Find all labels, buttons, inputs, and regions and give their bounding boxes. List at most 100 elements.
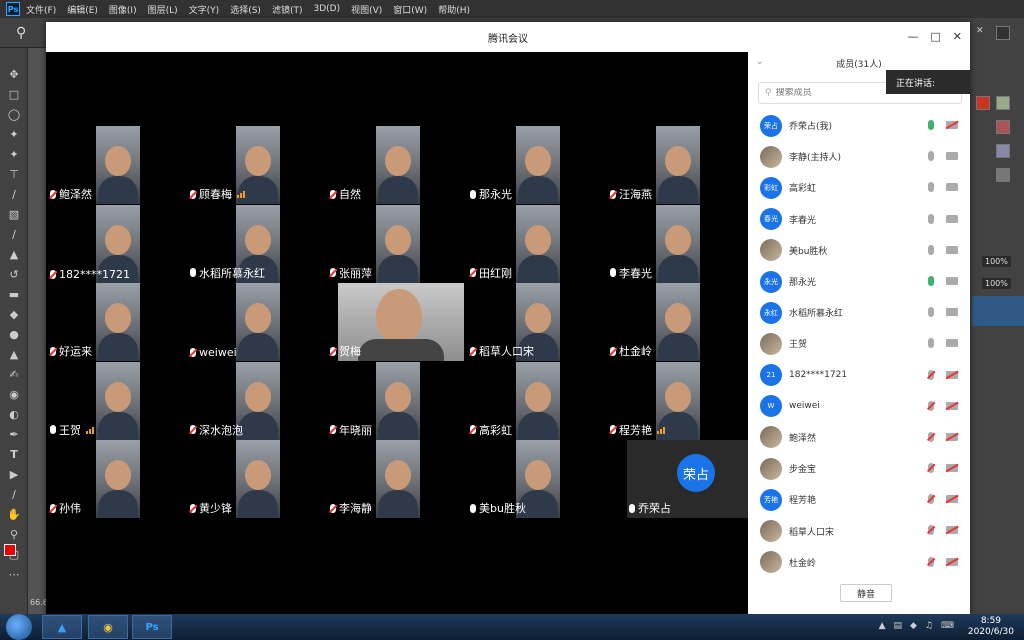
camera-icon[interactable] [946,183,958,192]
panel-close-icon[interactable]: ✕ [976,26,990,40]
video-tile[interactable]: 程芳艳 [608,361,748,440]
more-tools-icon[interactable]: ⋯ [0,564,28,584]
video-tile[interactable]: 王贺 [48,361,188,440]
menu-file[interactable]: 文件(F) [26,3,56,16]
zoom-tool-icon[interactable]: ⚲ [16,25,26,41]
tray-input-icon[interactable]: ⌨ [941,621,954,631]
video-tile[interactable]: 田红刚 [468,204,608,283]
camera-icon[interactable] [946,152,958,161]
menu-filter[interactable]: 滤镜(T) [272,3,303,16]
type-tool-icon[interactable]: T [0,444,28,464]
video-tile[interactable]: 李春光 [608,204,748,283]
member-row[interactable]: 彩虹 高彩虹 [748,172,970,203]
video-tile[interactable]: 荣占 乔荣占 [627,440,767,518]
camera-off-icon[interactable] [946,464,958,473]
tray-volume-icon[interactable]: ♫ [925,621,933,631]
camera-off-icon[interactable] [946,557,958,566]
tray-network-icon[interactable]: ▤ [893,621,902,631]
mic-muted-icon[interactable] [928,556,934,567]
camera-icon[interactable] [946,339,958,348]
member-row[interactable]: 稻草人口宋 [748,515,970,546]
quick-select-tool-icon[interactable]: ✦ [0,124,28,144]
video-tile[interactable]: 水稻所慕永红 [188,204,328,283]
paint-bucket-tool-icon[interactable]: ◆ [0,304,28,324]
zoom-icon[interactable]: ⚲ [0,524,28,544]
browser-taskbar-icon[interactable]: ◉ [88,615,128,639]
camera-icon[interactable] [946,245,958,254]
video-tile[interactable]: 美bu胜秋 [468,440,608,518]
video-tile[interactable]: weiwei [188,283,328,361]
marquee-tool-icon[interactable]: □ [0,84,28,104]
magic-wand-tool-icon[interactable]: ✦ [0,144,28,164]
member-row[interactable]: 春光 李春光 [748,204,970,235]
video-tile[interactable]: 贺梅 [328,283,468,361]
smudge-tool-icon[interactable]: ✍ [0,364,28,384]
video-tile[interactable]: 杜金岭 [608,283,748,361]
eraser-tool-icon[interactable]: ▬ [0,284,28,304]
menu-select[interactable]: 选择(S) [230,3,261,16]
close-icon[interactable]: ✕ [953,30,962,43]
member-row[interactable]: 21 182****1721 [748,360,970,391]
video-tile[interactable]: 年晓丽 [328,361,468,440]
video-tile[interactable]: 鲍泽然 [48,126,188,204]
swatch-icon[interactable] [996,168,1010,182]
minimize-icon[interactable]: — [907,30,918,43]
tencent-meeting-taskbar-icon[interactable]: ▲ [42,615,82,639]
mic-icon[interactable] [928,151,934,162]
maximize-icon[interactable]: □ [930,30,940,43]
video-tile[interactable]: 高彩虹 [468,361,608,440]
swatch-icon[interactable] [976,96,990,110]
camera-icon[interactable] [946,308,958,317]
camera-off-icon[interactable] [946,432,958,441]
camera-off-icon[interactable] [946,495,958,504]
menu-edit[interactable]: 编辑(E) [67,3,98,16]
camera-off-icon[interactable] [946,401,958,410]
video-tile[interactable]: 张丽萍 [328,204,468,283]
mic-icon[interactable] [928,338,934,349]
swatch-icon[interactable] [996,144,1010,158]
mic-icon[interactable] [928,182,934,193]
mic-muted-icon[interactable] [928,463,934,474]
sponge-tool-icon[interactable]: ◉ [0,384,28,404]
video-tile[interactable]: 汪海燕 [608,126,748,204]
mic-icon[interactable] [928,307,934,318]
member-row[interactable]: 杜金岭 [748,547,970,578]
move-tool-icon[interactable]: ✥ [0,64,28,84]
lasso-tool-icon[interactable]: ◯ [0,104,28,124]
member-row[interactable]: 步金宝 [748,453,970,484]
tray-up-icon[interactable]: ▲ [879,621,886,631]
mic-icon[interactable] [928,120,934,130]
selected-layer[interactable] [972,296,1024,326]
mic-muted-icon[interactable] [928,400,934,411]
camera-off-icon[interactable] [946,121,958,129]
video-tile[interactable]: 深水泡泡 [188,361,328,440]
video-tile[interactable]: 好运来 [48,283,188,361]
menu-layer[interactable]: 图层(L) [148,3,178,16]
video-tile[interactable]: 182****1721 [48,204,188,283]
camera-off-icon[interactable] [946,370,958,379]
swatch-icon[interactable] [996,120,1010,134]
menu-help[interactable]: 帮助(H) [438,3,470,16]
history-panel-icon[interactable] [996,26,1010,40]
menu-window[interactable]: 窗口(W) [393,3,427,16]
video-tile[interactable]: 顾春梅 [188,126,328,204]
camera-icon[interactable] [946,214,958,223]
stamp-tool-icon[interactable]: ▲ [0,244,28,264]
member-row[interactable]: Wweiwei [748,391,970,422]
mic-icon[interactable] [928,244,934,255]
healing-brush-tool-icon[interactable]: ▧ [0,204,28,224]
foreground-color-swatch[interactable] [4,544,16,556]
eyedropper-tool-icon[interactable]: ∕ [0,184,28,204]
menu-image[interactable]: 图像(I) [109,3,137,16]
member-row[interactable]: 鲍泽然 [748,422,970,453]
mic-muted-icon[interactable] [928,525,934,536]
burn-tool-icon[interactable]: ◐ [0,404,28,424]
video-tile[interactable]: 那永光 [468,126,608,204]
swatch-icon[interactable] [996,96,1010,110]
mute-all-button[interactable]: 静音 [840,584,892,602]
photoshop-taskbar-icon[interactable]: Ps [132,615,172,639]
start-button-icon[interactable] [6,614,32,640]
menu-view[interactable]: 视图(V) [351,3,382,16]
mic-icon[interactable] [928,275,934,286]
mic-muted-icon[interactable] [928,494,934,505]
